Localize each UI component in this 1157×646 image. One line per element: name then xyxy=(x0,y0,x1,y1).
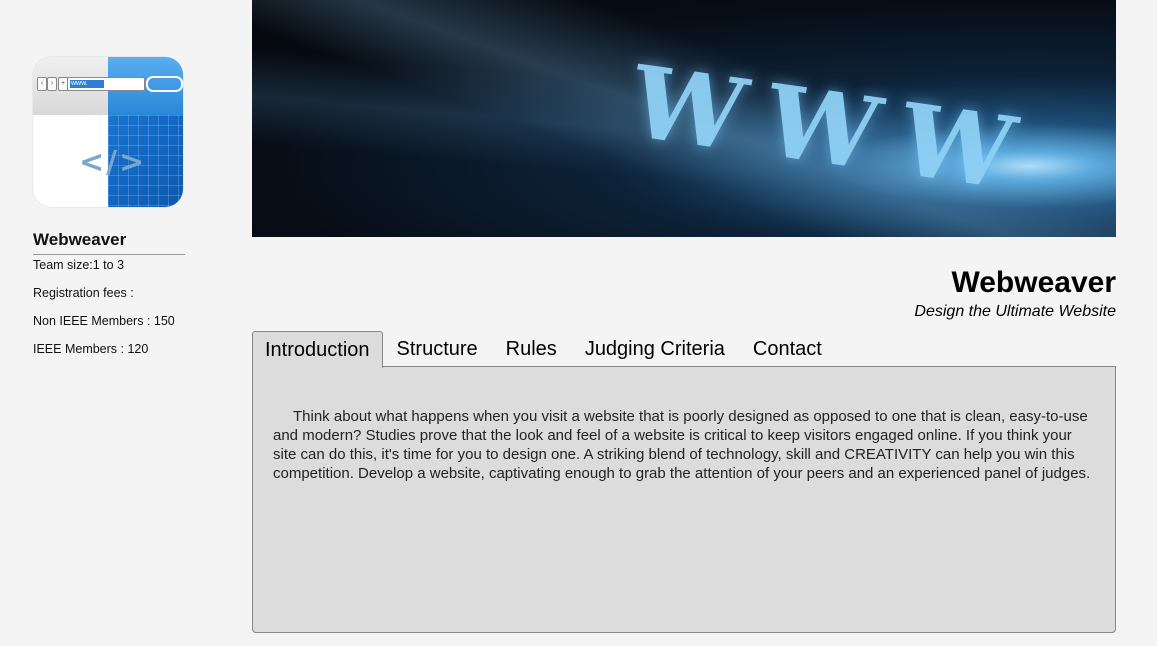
code-icon: </> xyxy=(79,145,147,180)
logo-url-bar: www. xyxy=(67,77,145,91)
back-arrow-icon: ‹ xyxy=(37,77,47,91)
hero-banner: WWW xyxy=(252,0,1116,237)
introduction-text: Think about what happens when you visit … xyxy=(273,408,1091,482)
tab-content-panel: Think about what happens when you visit … xyxy=(252,366,1116,633)
logo-search-bar xyxy=(146,76,183,92)
tab-contact[interactable]: Contact xyxy=(739,331,836,367)
tab-judging-criteria[interactable]: Judging Criteria xyxy=(571,331,739,367)
sidebar-title: Webweaver xyxy=(33,230,185,255)
logo-url-text: www. xyxy=(71,80,88,87)
registration-fees-label: Registration fees : xyxy=(33,286,134,300)
team-size-text: Team size:1 to 3 xyxy=(33,258,125,272)
page-subtitle: Design the Ultimate Website xyxy=(914,303,1116,320)
tab-rules[interactable]: Rules xyxy=(492,331,571,367)
logo-browser-bar: ‹ › + www. xyxy=(33,57,183,115)
non-ieee-fee-text: Non IEEE Members : 150 xyxy=(33,314,175,328)
tab-introduction[interactable]: Introduction xyxy=(252,331,383,368)
ieee-fee-text: IEEE Members : 120 xyxy=(33,342,149,356)
event-logo: ‹ › + www. </> xyxy=(33,57,183,207)
forward-arrow-icon: › xyxy=(47,77,57,91)
tab-bar: Introduction Structure Rules Judging Cri… xyxy=(252,331,836,368)
tab-structure[interactable]: Structure xyxy=(383,331,492,367)
page-title: Webweaver xyxy=(951,266,1116,299)
